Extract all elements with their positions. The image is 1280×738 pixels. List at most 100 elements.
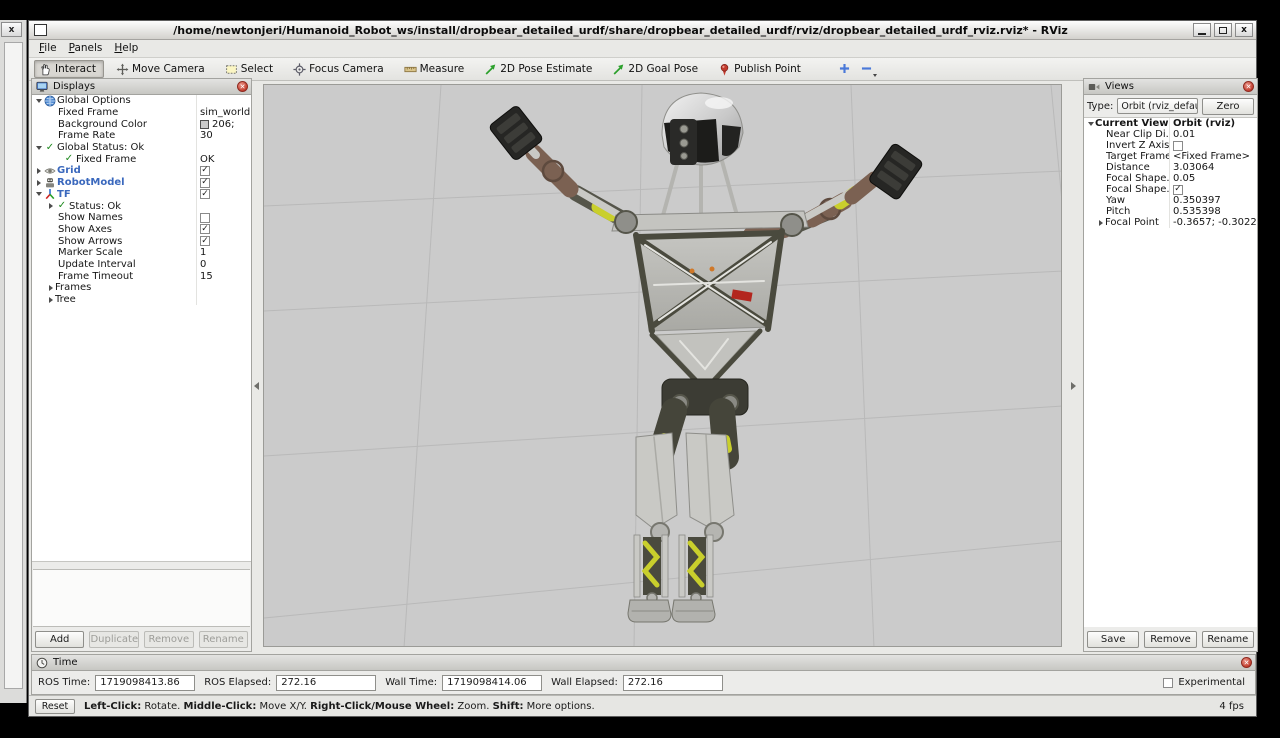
displays-add-button[interactable]: Add [35,631,84,648]
property-value-cell[interactable]: <Fixed Frame> [1170,151,1257,162]
checkbox[interactable] [200,213,210,223]
tree-row-fixed-frame[interactable]: Fixed Framesim_world [32,107,251,119]
menu-help[interactable]: Help [109,41,145,56]
left-splitter-collapse-handle[interactable] [252,373,261,399]
tree-row-invert-z-axis[interactable]: Invert Z Axis [1084,140,1257,151]
color-swatch[interactable] [200,120,209,129]
tree-row-near-clip-di-[interactable]: Near Clip Di...0.01 [1084,129,1257,140]
titlebar[interactable]: /home/newtonjeri/Humanoid_Robot_ws/insta… [29,21,1256,40]
tree-row-current-view[interactable]: Current ViewOrbit (rviz) [1084,118,1257,129]
tree-row-status-ok[interactable]: ✓Status: Ok [32,200,251,212]
tree-row-focal-point[interactable]: Focal Point-0.3657; -0.30225; ... [1084,217,1257,228]
checkbox[interactable]: ✓ [200,224,210,234]
checkbox[interactable]: ✓ [200,166,210,176]
time-panel-close-icon[interactable]: ✕ [1241,657,1252,668]
tree-row-marker-scale[interactable]: Marker Scale1 [32,247,251,259]
tree-row-tf[interactable]: TF✓ [32,189,251,201]
property-value-cell[interactable]: ✓ [197,189,251,199]
tree-row-pitch[interactable]: Pitch0.535398 [1084,206,1257,217]
right-splitter-collapse-handle[interactable] [1069,373,1078,399]
tool-interact-button[interactable]: Interact [34,60,104,78]
add-tool-button[interactable] [834,60,856,78]
expand-arrow-icon[interactable] [34,99,43,103]
displays-splitter[interactable] [32,562,251,569]
property-value-cell[interactable]: 0 [197,259,251,270]
tree-row-focal-shape-[interactable]: Focal Shape...✓ [1084,184,1257,195]
expand-arrow-icon[interactable] [1086,122,1095,126]
time-field-input[interactable]: 1719098414.06 [442,675,542,691]
zero-button[interactable]: Zero [1202,98,1254,115]
property-value-cell[interactable]: 1 [197,247,251,258]
views-rename-button[interactable]: Rename [1202,631,1254,648]
property-value-cell[interactable]: 0.01 [1170,129,1257,140]
expand-arrow-icon[interactable] [46,297,55,303]
checkbox[interactable]: ✓ [1173,185,1183,195]
tree-row-frame-rate[interactable]: Frame Rate30 [32,130,251,142]
expand-arrow-icon[interactable] [34,180,43,186]
tree-row-focal-shape-[interactable]: Focal Shape...0.05 [1084,173,1257,184]
tool-measure-button[interactable]: Measure [399,60,473,78]
property-value-cell[interactable]: 30 [197,130,251,141]
background-window-close-button[interactable]: x [1,22,22,37]
property-value-cell[interactable] [197,213,251,223]
property-value-cell[interactable] [1170,141,1257,151]
tree-row-fixed-frame[interactable]: ✓Fixed FrameOK [32,153,251,165]
tool-focus-camera-button[interactable]: Focus Camera [288,60,392,78]
property-value-cell[interactable]: ✓ [197,224,251,234]
checkbox[interactable]: ✓ [200,236,210,246]
menu-file[interactable]: File [34,41,64,56]
tree-row-distance[interactable]: Distance3.03064 [1084,162,1257,173]
tool-goal-pose-button[interactable]: 2D Goal Pose [607,60,706,78]
tree-row-frame-timeout[interactable]: Frame Timeout15 [32,270,251,282]
views-panel-header[interactable]: Views ✕ [1084,79,1257,95]
tool-publish-point-button[interactable]: Publish Point [713,60,809,78]
tree-row-show-axes[interactable]: Show Axes✓ [32,224,251,236]
tree-row-frames[interactable]: Frames [32,282,251,294]
property-value-cell[interactable]: OK [197,154,251,165]
render-viewport-3d[interactable] [263,84,1062,647]
property-value-cell[interactable]: 206; [197,119,251,130]
property-value-cell[interactable]: 0.05 [1170,173,1257,184]
tree-row-global-options[interactable]: Global Options [32,95,251,107]
displays-panel-close-icon[interactable]: ✕ [237,81,248,92]
remove-tool-button[interactable] [856,60,878,78]
expand-arrow-icon[interactable] [1096,220,1105,226]
time-field-input[interactable]: 272.16 [623,675,723,691]
expand-arrow-icon[interactable] [34,146,43,150]
property-value-cell[interactable]: ✓ [1170,185,1257,195]
time-panel-header[interactable]: Time ✕ [32,655,1255,671]
checkbox[interactable]: ✓ [200,189,210,199]
property-value-cell[interactable]: ✓ [197,166,251,176]
property-value-cell[interactable]: ✓ [197,236,251,246]
time-field-input[interactable]: 272.16 [276,675,376,691]
tree-row-grid[interactable]: Grid✓ [32,165,251,177]
minimize-button[interactable] [1193,23,1211,37]
tree-row-update-interval[interactable]: Update Interval0 [32,259,251,271]
expand-arrow-icon[interactable] [34,192,43,196]
tool-pose-estimate-button[interactable]: 2D Pose Estimate [479,60,600,78]
property-value-cell[interactable]: Orbit (rviz) [1170,118,1257,129]
views-panel-close-icon[interactable]: ✕ [1243,81,1254,92]
tree-row-yaw[interactable]: Yaw0.350397 [1084,195,1257,206]
tool-move-camera-button[interactable]: Move Camera [111,60,213,78]
property-value-cell[interactable]: ✓ [197,178,251,188]
tree-row-show-names[interactable]: Show Names [32,212,251,224]
maximize-button[interactable] [1214,23,1232,37]
tree-row-background-color[interactable]: Background Color206; [32,118,251,130]
checkbox[interactable] [1173,141,1183,151]
tree-row-tree[interactable]: Tree [32,294,251,306]
reset-button[interactable]: Reset [35,699,75,714]
tree-row-show-arrows[interactable]: Show Arrows✓ [32,235,251,247]
close-button[interactable]: x [1235,23,1253,37]
time-field-input[interactable]: 1719098413.86 [95,675,195,691]
expand-arrow-icon[interactable] [46,285,55,291]
tool-select-button[interactable]: Select [220,60,281,78]
tree-row-target-frame[interactable]: Target Frame<Fixed Frame> [1084,151,1257,162]
experimental-checkbox[interactable] [1163,678,1173,688]
displays-panel-header[interactable]: Displays ✕ [32,79,251,95]
property-value-cell[interactable]: 0.535398 [1170,206,1257,217]
expand-arrow-icon[interactable] [46,203,55,209]
checkbox[interactable]: ✓ [200,178,210,188]
property-value-cell[interactable]: -0.3657; -0.30225; ... [1170,217,1257,228]
tree-row-robotmodel[interactable]: RobotModel✓ [32,177,251,189]
